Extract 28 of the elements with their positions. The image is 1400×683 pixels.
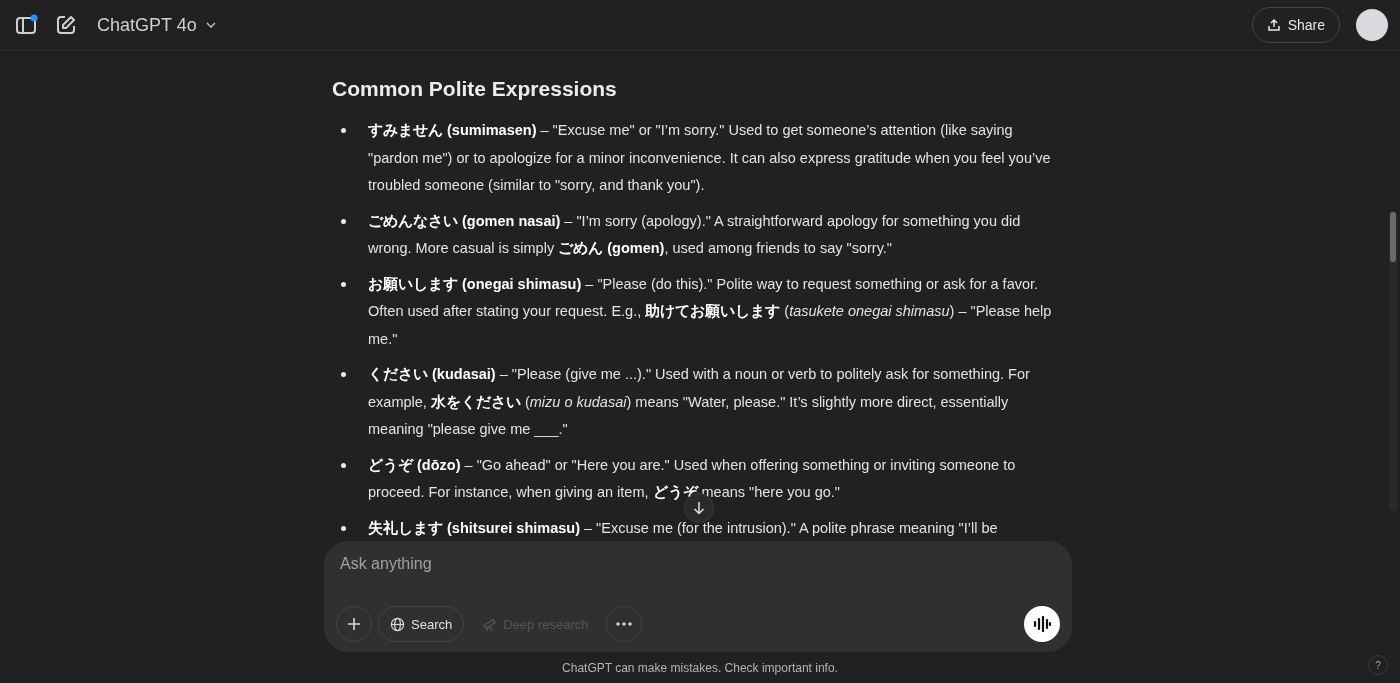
model-selector[interactable]: ChatGPT 4o: [93, 10, 221, 40]
sidebar-icon[interactable]: [15, 14, 39, 36]
arrow-down-icon: [693, 501, 705, 515]
upload-icon: [1266, 18, 1281, 32]
list-item-text: 失礼します (shitsurei shimasu) – "Excuse me (for the intrusion)." A polite phrase meaning "I’ll be: [368, 518, 999, 538]
section-heading: Common Polite Expressions: [332, 77, 618, 101]
bullet-icon: [341, 525, 346, 531]
list-item-text: ください (kudasai) – "Please (give me ...)." Used with a noun or verb to politely ask for something. For example, 水をください (mizu o kudasai) means "Water, please." It’s slightly more direct, essentially meaning "please give me ___.": [368, 365, 1031, 439]
avatar-icon[interactable]: [1356, 9, 1388, 41]
chevron-icon: [204, 21, 217, 29]
bullet-icon: [341, 281, 346, 287]
plus-icon: [347, 617, 361, 631]
more-icon: [616, 622, 633, 626]
bullet-icon: [341, 218, 346, 224]
voice-button[interactable]: [1024, 606, 1060, 642]
new-chat-icon[interactable]: [55, 14, 77, 36]
globe-icon: [390, 616, 405, 632]
list-item-text: お願いします (onegai shimasu) – "Please (do this)." Polite way to request something or ask for a favor. Often used after stating your request. E.g., 助けてお願いします (tasukete onegai shimasu) – "Please help me.": [368, 274, 1053, 349]
list-item-text: すみません (sumimasen) – "Excuse me" or "I’m sorry." Used to get someone’s attention (like saying "pardon me") or to apologize for a minor inconvenience. It can also express gratitude when you feel you’ve troubled someone (similar to "sorry, and thank you").: [368, 121, 1052, 195]
bullet-icon: [341, 372, 346, 377]
scrollbar[interactable]: [1389, 211, 1397, 511]
list-item-text: ごめんなさい (gomen nasai) – "I’m sorry (apology)." A straightforward apology for something you did wrong. More casual is simply ごめん (gomen), used among friends to say "sorry.": [368, 211, 1022, 258]
bullet-icon: [341, 462, 346, 468]
waveform-icon: [1033, 616, 1051, 632]
telescope-icon: [482, 616, 498, 632]
bullet-icon: [341, 128, 346, 133]
prompt-input[interactable]: Ask anything: [336, 553, 1060, 575]
disclaimer-text: ChatGPT can make mistakes. Check important info.: [562, 661, 838, 675]
